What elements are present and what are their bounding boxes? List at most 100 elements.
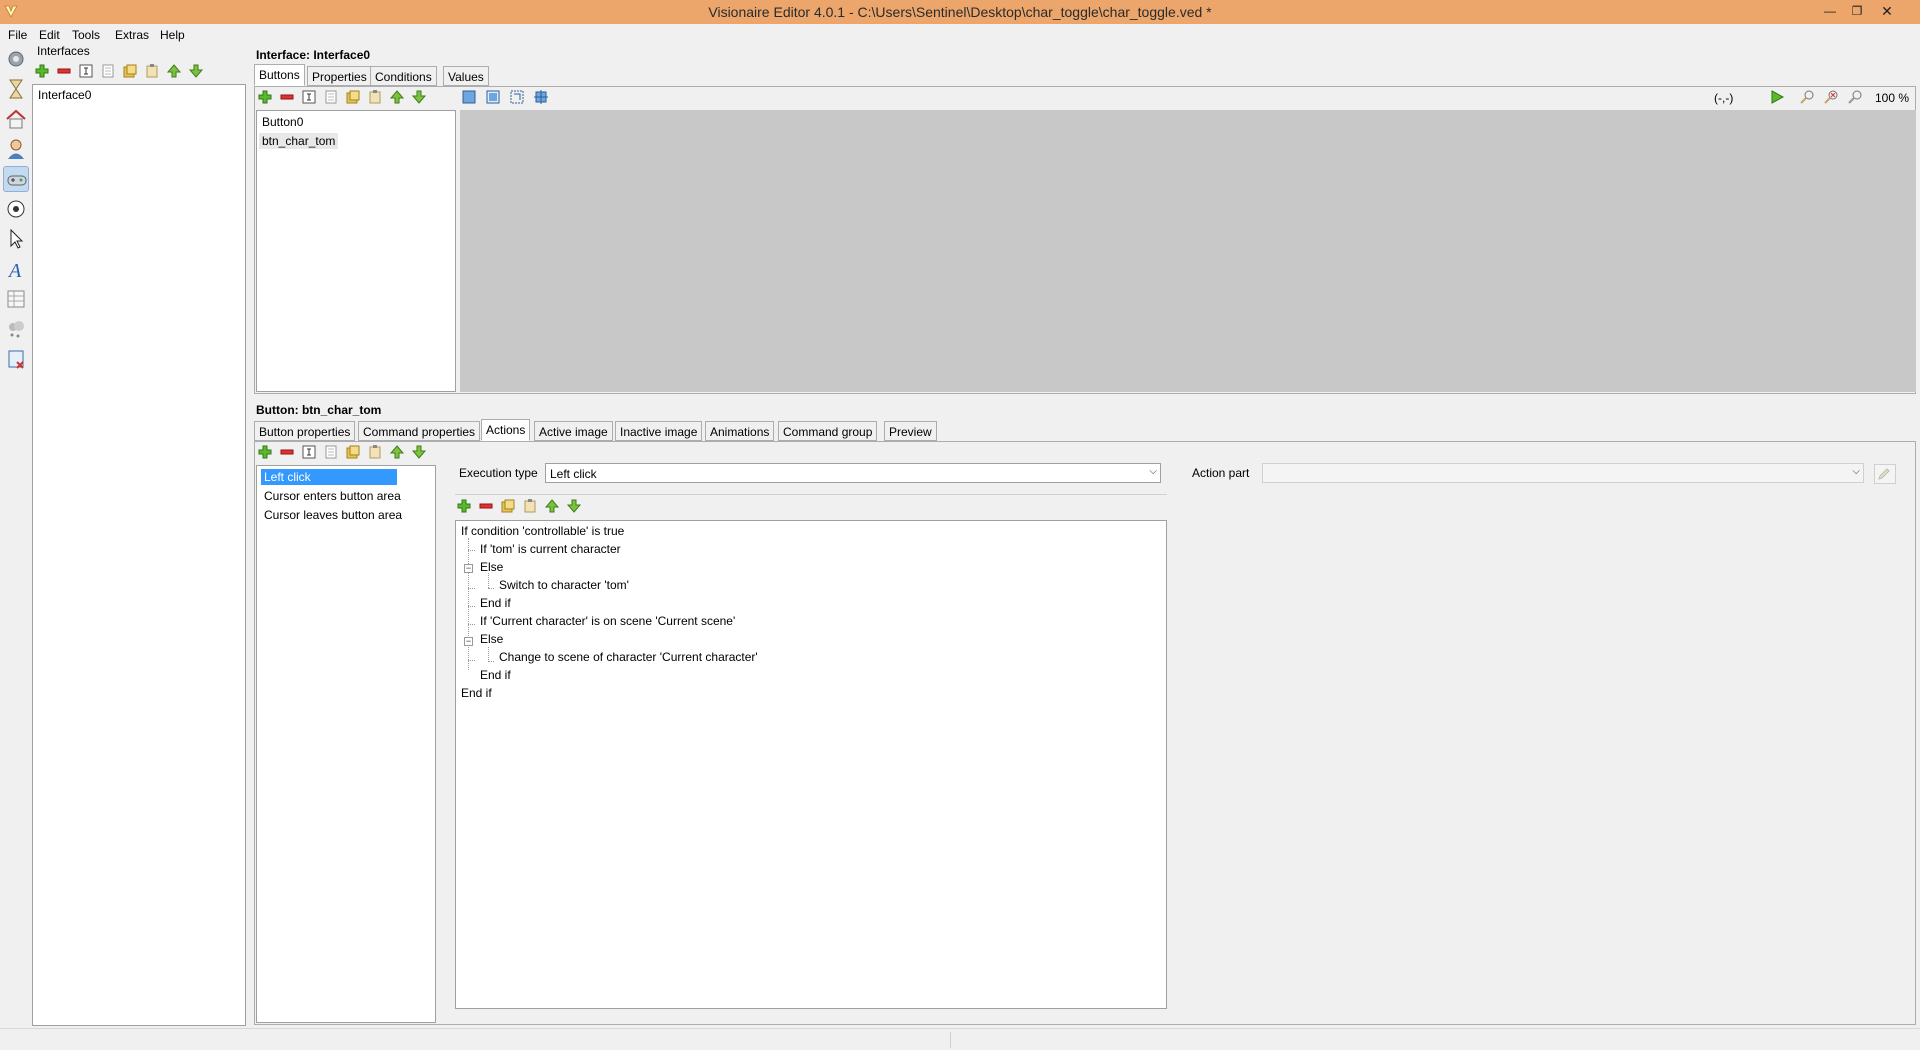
tab-inactive-image[interactable]: Inactive image <box>615 421 703 441</box>
tab-animations[interactable]: Animations <box>705 421 775 441</box>
action-line[interactable]: End if <box>461 686 492 700</box>
move-up-icon[interactable] <box>388 443 406 461</box>
add-icon[interactable] <box>256 443 274 461</box>
rename-icon[interactable] <box>300 88 318 106</box>
edit-action-part-icon[interactable] <box>1874 464 1896 484</box>
move-down-icon[interactable] <box>565 497 583 515</box>
play-icon[interactable] <box>1768 88 1786 106</box>
remove-icon[interactable] <box>278 443 296 461</box>
tab-values[interactable]: Values <box>443 66 489 86</box>
action-line[interactable]: End if <box>480 668 511 682</box>
rename-icon[interactable] <box>300 443 318 461</box>
tree-collapse-icon[interactable]: − <box>464 637 473 646</box>
paste-icon[interactable] <box>366 88 384 106</box>
tab-command-properties[interactable]: Command properties <box>358 421 481 441</box>
remove-icon[interactable] <box>55 62 73 80</box>
interfaces-toolbar <box>33 62 243 82</box>
remove-icon[interactable] <box>477 497 495 515</box>
gamepad-interface-icon[interactable] <box>3 166 29 192</box>
zoom-in-icon[interactable] <box>1798 88 1816 106</box>
move-up-icon[interactable] <box>543 497 561 515</box>
edit-polygon-icon[interactable] <box>484 88 502 106</box>
move-down-icon[interactable] <box>410 88 428 106</box>
zoom-reset-icon[interactable] <box>1822 88 1840 106</box>
particles-icon[interactable] <box>3 316 29 342</box>
action-line[interactable]: If condition 'controllable' is true <box>461 524 624 538</box>
tree-connector <box>488 573 489 588</box>
action-line[interactable]: Else <box>480 560 503 574</box>
add-icon[interactable] <box>256 88 274 106</box>
move-up-icon[interactable] <box>165 62 183 80</box>
paste-icon[interactable] <box>143 62 161 80</box>
menu-extras[interactable]: Extras <box>115 28 149 42</box>
add-icon[interactable] <box>33 62 51 80</box>
list-item[interactable]: Left click <box>261 469 397 485</box>
list-item[interactable]: btn_char_tom <box>259 133 339 149</box>
list-item[interactable]: Cursor enters button area <box>261 488 404 504</box>
action-types-list[interactable]: Left click Cursor enters button area Cur… <box>256 465 436 1023</box>
action-line[interactable]: Switch to character 'tom' <box>499 578 629 592</box>
action-line[interactable]: Else <box>480 632 503 646</box>
duplicate-icon[interactable] <box>499 497 517 515</box>
tab-properties[interactable]: Properties <box>307 66 372 86</box>
rename-icon[interactable] <box>77 62 95 80</box>
list-item[interactable]: Cursor leaves button area <box>261 507 405 523</box>
cursor-icon[interactable] <box>3 226 29 252</box>
select-area-icon[interactable] <box>460 88 478 106</box>
menu-file[interactable]: File <box>8 28 27 42</box>
tab-command-group[interactable]: Command group <box>778 421 878 441</box>
list-item[interactable]: Button0 <box>259 114 306 130</box>
script-icon[interactable] <box>3 346 29 372</box>
menu-edit[interactable]: Edit <box>39 28 60 42</box>
paste-icon[interactable] <box>366 443 384 461</box>
tab-conditions[interactable]: Conditions <box>370 66 437 86</box>
move-down-icon[interactable] <box>410 443 428 461</box>
zoom-out-icon[interactable] <box>1846 88 1864 106</box>
tree-connector <box>468 550 475 551</box>
paste-icon[interactable] <box>521 497 539 515</box>
minimize-icon[interactable]: — <box>1818 2 1842 20</box>
tab-active-image[interactable]: Active image <box>534 421 613 441</box>
move-down-icon[interactable] <box>187 62 205 80</box>
close-icon[interactable]: ✕ <box>1875 2 1899 20</box>
action-line[interactable]: End if <box>480 596 511 610</box>
duplicate-icon[interactable] <box>344 88 362 106</box>
tree-connector <box>468 538 469 670</box>
duplicate-icon[interactable] <box>344 443 362 461</box>
hourglass-icon[interactable] <box>3 76 29 102</box>
interface-canvas[interactable] <box>460 110 1916 392</box>
move-up-icon[interactable] <box>388 88 406 106</box>
buttons-list[interactable]: Button0 btn_char_tom <box>256 110 456 392</box>
list-item[interactable]: Interface0 <box>35 87 94 103</box>
remove-icon[interactable] <box>278 88 296 106</box>
scene-house-icon[interactable] <box>3 106 29 132</box>
move-object-icon[interactable] <box>532 88 550 106</box>
menu-help[interactable]: Help <box>160 28 185 42</box>
execution-type-select[interactable]: Left click ⌵ <box>545 463 1161 483</box>
tab-buttons[interactable]: Buttons <box>254 64 305 86</box>
duplicate-icon[interactable] <box>121 62 139 80</box>
edit-rect-icon[interactable] <box>508 88 526 106</box>
action-line[interactable]: Change to scene of character 'Current ch… <box>499 650 758 664</box>
action-script-tree[interactable]: − − If condition 'controllable' is true … <box>455 520 1167 1009</box>
tree-collapse-icon[interactable]: − <box>464 564 473 573</box>
settings-icon[interactable] <box>3 46 29 72</box>
character-icon[interactable] <box>3 136 29 162</box>
interfaces-list[interactable]: Interface0 <box>32 84 246 1026</box>
copy-icon[interactable] <box>99 62 117 80</box>
tab-preview[interactable]: Preview <box>884 421 937 441</box>
tab-button-properties[interactable]: Button properties <box>254 421 356 441</box>
copy-icon[interactable] <box>322 88 340 106</box>
ball-object-icon[interactable] <box>3 196 29 222</box>
menu-tools[interactable]: Tools <box>72 28 100 42</box>
restore-icon[interactable]: ❐ <box>1845 2 1869 20</box>
action-line[interactable]: If 'tom' is current character <box>480 542 621 556</box>
add-icon[interactable] <box>455 497 473 515</box>
font-icon[interactable]: A <box>3 256 29 282</box>
text-table-icon[interactable] <box>3 286 29 312</box>
menu-bar: File Edit Tools Extras Help <box>0 24 1920 46</box>
action-line[interactable]: If 'Current character' is on scene 'Curr… <box>480 614 735 628</box>
action-part-select[interactable]: ⌵ <box>1262 463 1864 483</box>
copy-icon[interactable] <box>322 443 340 461</box>
tab-actions[interactable]: Actions <box>481 419 531 441</box>
